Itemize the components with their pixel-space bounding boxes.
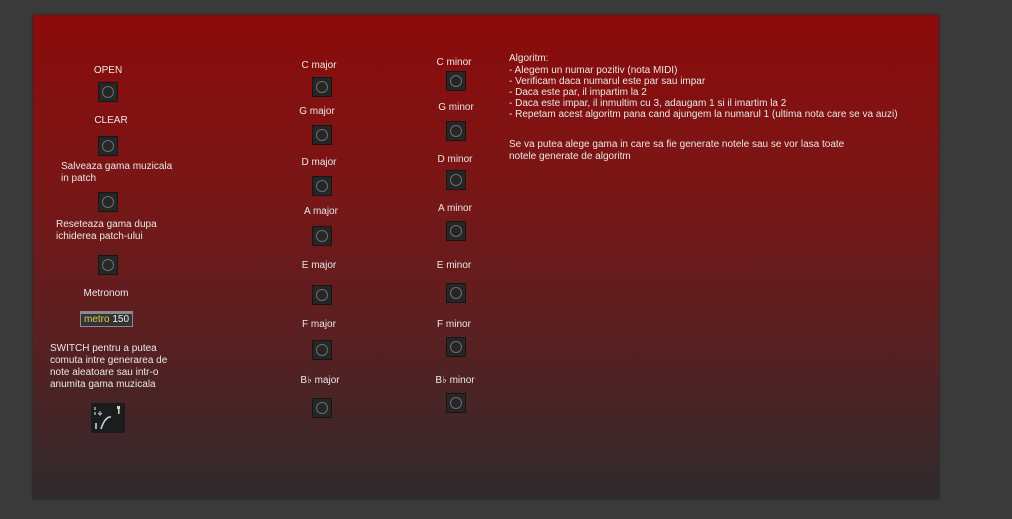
scale-label-bb-major: B♭ major — [300, 375, 340, 386]
scale-button-a-minor[interactable] — [446, 221, 466, 241]
scale-button-bb-major[interactable] — [312, 398, 332, 418]
metro-value: 150 — [112, 314, 130, 325]
scale-button-g-major[interactable] — [312, 125, 332, 145]
metro-keyword: metro — [84, 314, 110, 325]
reset-scale-label: Reseteaza gama dupa ichiderea patch-ului — [56, 219, 157, 242]
scale-label-d-major: D major — [301, 157, 337, 168]
scale-button-d-major[interactable] — [312, 176, 332, 196]
scale-label-c-minor: C minor — [436, 57, 472, 68]
switch-label: SWITCH pentru a putea comuta intre gener… — [50, 343, 168, 390]
patch-canvas — [33, 15, 939, 499]
metronome-label: Metronom — [83, 288, 129, 299]
switch-route-icon — [94, 406, 120, 430]
algorithm-note: Se va putea alege gama in care sa fie ge… — [509, 139, 845, 162]
scale-label-a-major: A major — [304, 206, 338, 217]
scale-button-f-minor[interactable] — [446, 337, 466, 357]
scale-button-c-minor[interactable] — [446, 71, 466, 91]
open-label: OPEN — [93, 65, 123, 76]
scale-button-f-major[interactable] — [312, 340, 332, 360]
algorithm-title: Algoritm: — [509, 53, 549, 64]
scale-label-c-major: C major — [301, 60, 337, 71]
scale-button-bb-minor[interactable] — [446, 393, 466, 413]
scale-label-e-major: E major — [301, 260, 337, 271]
scale-button-a-major[interactable] — [312, 226, 332, 246]
scale-label-g-major: G major — [299, 106, 335, 117]
reset-scale-button[interactable] — [98, 255, 118, 275]
scale-label-bb-minor: B♭ minor — [435, 375, 475, 386]
save-scale-button[interactable] — [98, 192, 118, 212]
scale-button-g-minor[interactable] — [446, 121, 466, 141]
scale-button-e-major[interactable] — [312, 285, 332, 305]
scale-label-d-minor: D minor — [437, 154, 473, 165]
save-scale-label: Salveaza gama muzicala in patch — [61, 161, 173, 184]
scale-label-f-minor: F minor — [437, 319, 471, 330]
scale-button-c-major[interactable] — [312, 77, 332, 97]
clear-label: CLEAR — [94, 115, 128, 126]
scale-label-e-minor: E minor — [436, 260, 472, 271]
scale-label-g-minor: G minor — [438, 102, 474, 113]
scale-button-d-minor[interactable] — [446, 170, 466, 190]
scale-label-f-major: F major — [302, 319, 336, 330]
gswitch-object[interactable] — [91, 403, 125, 433]
metro-object[interactable]: metro 150 — [80, 311, 133, 327]
open-button[interactable] — [98, 82, 118, 102]
scale-label-a-minor: A minor — [438, 203, 472, 214]
algorithm-step: - Repetam acest algoritm pana cand ajung… — [509, 109, 898, 120]
clear-button[interactable] — [98, 136, 118, 156]
scale-button-e-minor[interactable] — [446, 283, 466, 303]
